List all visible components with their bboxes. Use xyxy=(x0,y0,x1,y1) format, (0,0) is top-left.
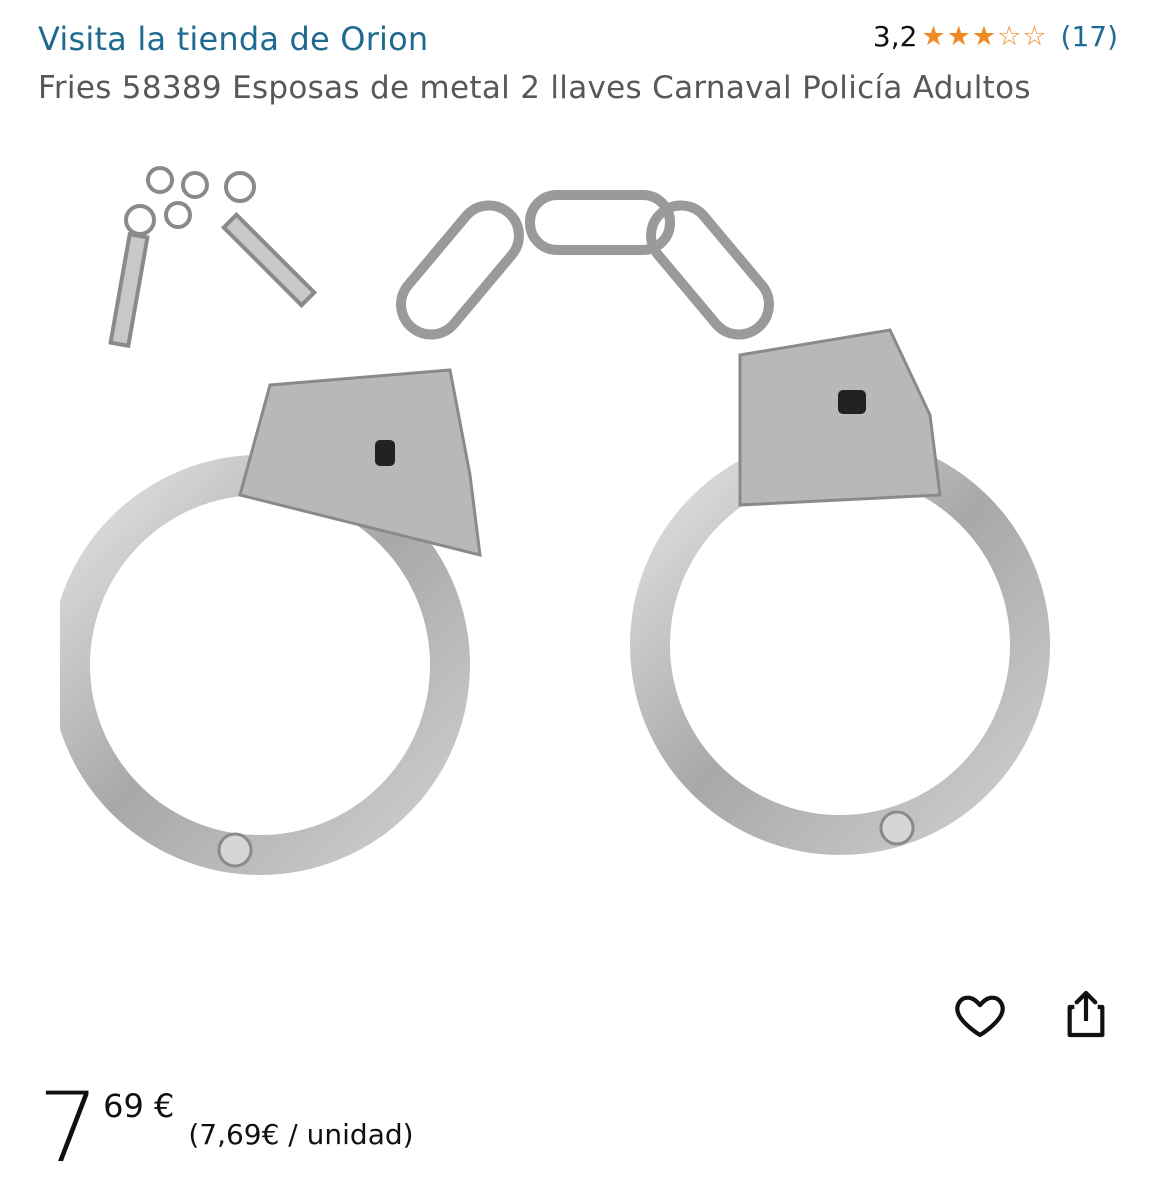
star-empty-icon: ☆ xyxy=(997,21,1022,52)
right-cuff-illustration xyxy=(630,328,1050,855)
left-cuff-illustration xyxy=(60,368,482,875)
keys-illustration xyxy=(108,166,318,349)
rating-count[interactable]: (17) xyxy=(1061,20,1118,53)
rating-stars: ★ ★ ★ ☆ ☆ xyxy=(921,23,1046,50)
star-filled-icon: ★ xyxy=(971,21,997,52)
chain-illustration xyxy=(396,190,774,340)
rating-value: 3,2 xyxy=(872,20,918,53)
price-whole: 7 xyxy=(38,1072,100,1184)
price-per-unit: (7,69€ / unidad) xyxy=(188,1118,414,1151)
rating[interactable]: 3,2 ★ ★ ★ ☆ ☆ (17) xyxy=(873,20,1118,53)
price-fraction: 69 € xyxy=(103,1087,175,1125)
star-filled-icon: ★ xyxy=(921,21,946,52)
star-filled-icon: ★ xyxy=(946,21,971,52)
share-icon xyxy=(1067,990,1105,1038)
store-link[interactable]: Visita la tienda de Orion xyxy=(38,20,428,58)
heart-icon xyxy=(955,995,1005,1038)
wishlist-button[interactable] xyxy=(950,984,1010,1044)
star-empty-icon: ☆ xyxy=(1022,21,1047,52)
share-button[interactable] xyxy=(1056,984,1116,1044)
product-title: Fries 58389 Esposas de metal 2 llaves Ca… xyxy=(38,70,1031,106)
price: 7 69 € (7,69€ / unidad) xyxy=(38,1080,414,1176)
product-image[interactable] xyxy=(60,135,1120,915)
